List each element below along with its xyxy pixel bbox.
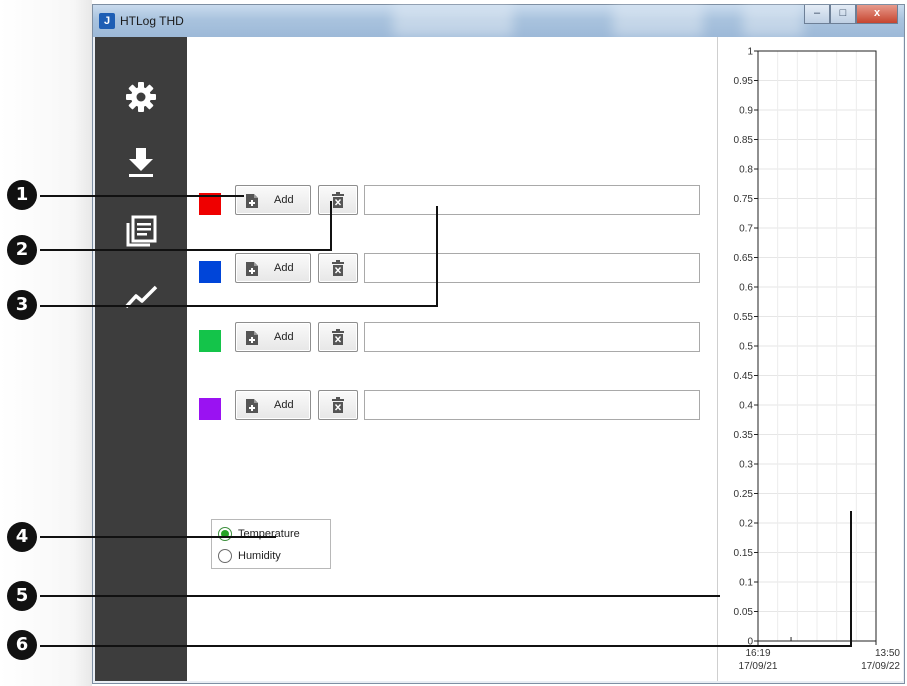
delete-file-button[interactable] bbox=[318, 253, 358, 283]
add-document-icon bbox=[246, 331, 258, 345]
y-tick-label: 0.55 bbox=[734, 312, 754, 323]
client-area: Add Add Add Add Temperature Humidity 0 0… bbox=[95, 37, 903, 681]
minimize-button[interactable]: – bbox=[804, 5, 830, 24]
y-tick-label: 0.95 bbox=[734, 76, 754, 87]
add-document-icon bbox=[246, 399, 258, 413]
callout-line bbox=[850, 511, 852, 647]
callout-3: 3 bbox=[7, 290, 37, 320]
add-button-label: Add bbox=[274, 262, 294, 274]
trash-icon bbox=[332, 397, 344, 413]
series-color-swatch[interactable] bbox=[199, 261, 221, 283]
y-tick-label: 0.6 bbox=[739, 283, 753, 294]
sidebar bbox=[95, 37, 187, 681]
maximize-button[interactable]: □ bbox=[830, 5, 856, 24]
callout-4: 4 bbox=[7, 522, 37, 552]
close-button[interactable]: x bbox=[856, 5, 898, 24]
series-color-swatch[interactable] bbox=[199, 398, 221, 420]
file-row: Add bbox=[199, 253, 704, 285]
file-row: Add bbox=[199, 390, 704, 422]
delete-file-button[interactable] bbox=[318, 185, 358, 215]
series-color-swatch[interactable] bbox=[199, 330, 221, 352]
y-tick-label: 0.3 bbox=[739, 460, 753, 471]
y-tick-label: 0.4 bbox=[739, 401, 753, 412]
callout-1: 1 bbox=[7, 180, 37, 210]
measurement-radio-group: Temperature Humidity bbox=[211, 519, 331, 569]
add-file-button[interactable]: Add bbox=[235, 322, 311, 352]
add-file-button[interactable]: Add bbox=[235, 390, 311, 420]
file-panel: Add Add Add Add Temperature Humidity bbox=[187, 37, 717, 681]
y-tick-label: 0.75 bbox=[734, 194, 754, 205]
radio-temperature[interactable]: Temperature bbox=[218, 525, 300, 543]
documents-icon bbox=[126, 215, 157, 247]
y-tick-label: 1 bbox=[747, 47, 753, 58]
y-tick-label: 0.15 bbox=[734, 548, 754, 559]
window-title: HTLog THD bbox=[120, 14, 184, 28]
callout-line bbox=[40, 195, 244, 197]
callout-6: 6 bbox=[7, 630, 37, 660]
delete-file-button[interactable] bbox=[318, 390, 358, 420]
add-button-label: Add bbox=[274, 399, 294, 411]
app-window: J HTLog THD – □ x Add Add Add Add Temper… bbox=[92, 4, 905, 684]
window-controls: – □ x bbox=[804, 5, 898, 25]
y-tick-label: 0.35 bbox=[734, 430, 754, 441]
sidebar-item-settings[interactable] bbox=[121, 77, 161, 117]
callout-5: 5 bbox=[7, 581, 37, 611]
trash-icon bbox=[332, 329, 344, 345]
delete-file-button[interactable] bbox=[318, 322, 358, 352]
radio-label-temperature: Temperature bbox=[238, 528, 300, 540]
callout-line bbox=[436, 206, 438, 307]
x-tick-label-date: 17/09/21 bbox=[739, 661, 778, 672]
sidebar-item-files[interactable] bbox=[121, 211, 161, 251]
add-file-button[interactable]: Add bbox=[235, 253, 311, 283]
trash-icon bbox=[332, 192, 344, 208]
add-button-label: Add bbox=[274, 331, 294, 343]
add-document-icon bbox=[246, 262, 258, 276]
file-path-field[interactable] bbox=[364, 253, 700, 283]
y-tick-label: 0.65 bbox=[734, 253, 754, 264]
file-path-field[interactable] bbox=[364, 185, 700, 215]
gear-icon bbox=[126, 82, 156, 112]
radio-label-humidity: Humidity bbox=[238, 550, 281, 562]
sidebar-item-download[interactable] bbox=[121, 143, 161, 183]
chart-panel: 0 0.05 0.1 0.15 0.2 0.25 0.3 0.35 0.4 0.45 0.5 0.55… bbox=[717, 37, 903, 681]
file-path-field[interactable] bbox=[364, 322, 700, 352]
radio-button-unchecked[interactable] bbox=[218, 549, 232, 563]
y-tick-label: 0.25 bbox=[734, 489, 754, 500]
trash-icon bbox=[332, 260, 344, 276]
callout-line bbox=[40, 305, 438, 307]
callout-line bbox=[330, 201, 332, 251]
y-tick-label: 0.05 bbox=[734, 607, 754, 618]
x-tick-label-time: 16:19 bbox=[745, 648, 770, 659]
app-logo-icon: J bbox=[99, 13, 115, 29]
callout-line bbox=[40, 595, 720, 597]
x-tick-label-date: 17/09/22 bbox=[861, 661, 900, 672]
callout-line bbox=[40, 249, 332, 251]
callout-line bbox=[40, 536, 276, 538]
callout-line bbox=[40, 645, 852, 647]
add-file-button[interactable]: Add bbox=[235, 185, 311, 215]
x-tick-label-time: 13:50 bbox=[875, 648, 900, 659]
y-tick-label: 0.45 bbox=[734, 371, 754, 382]
add-button-label: Add bbox=[274, 194, 294, 206]
y-tick-label: 0.7 bbox=[739, 224, 753, 235]
y-tick-label: 0.5 bbox=[739, 342, 753, 353]
chart[interactable]: 00.050.10.150.20.250.30.350.40.450.50.55… bbox=[718, 37, 903, 681]
radio-humidity[interactable]: Humidity bbox=[218, 547, 281, 565]
callout-2: 2 bbox=[7, 235, 37, 265]
y-tick-label: 0.1 bbox=[739, 578, 753, 589]
add-document-icon bbox=[246, 194, 258, 208]
file-row: Add bbox=[199, 185, 704, 217]
file-row: Add bbox=[199, 322, 704, 354]
y-tick-label: 0.85 bbox=[734, 135, 754, 146]
y-tick-label: 0.9 bbox=[739, 106, 753, 117]
y-tick-label: 0.8 bbox=[739, 165, 753, 176]
file-path-field[interactable] bbox=[364, 390, 700, 420]
y-tick-label: 0.2 bbox=[739, 519, 753, 530]
title-bar[interactable]: J HTLog THD – □ x bbox=[93, 5, 904, 37]
sidebar-item-chart[interactable] bbox=[121, 277, 161, 317]
radio-button-checked[interactable] bbox=[218, 527, 232, 541]
download-icon bbox=[129, 148, 153, 177]
